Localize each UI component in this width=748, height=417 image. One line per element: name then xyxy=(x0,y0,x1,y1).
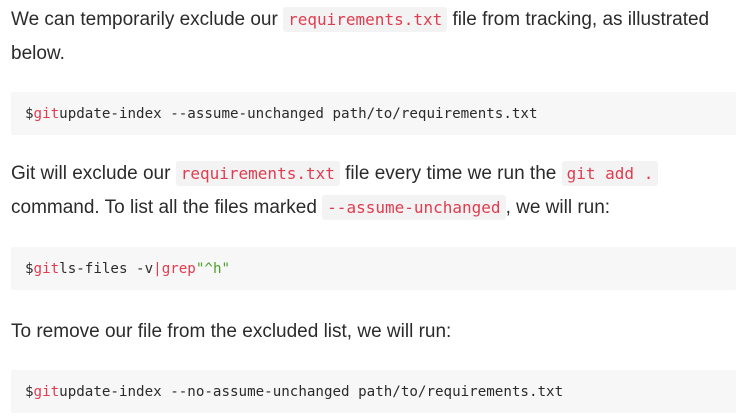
paragraph-intro: We can temporarily exclude our requireme… xyxy=(11,3,736,71)
code-arguments: update-index --assume-unchanged path/to/… xyxy=(59,105,538,122)
code-block-assume-unchanged[interactable]: $ git update-index --assume-unchanged pa… xyxy=(11,92,736,135)
code-grep: grep xyxy=(161,260,196,277)
paragraph-text: file every time we run the xyxy=(339,163,562,184)
code-string: "^h" xyxy=(195,260,231,277)
code-command: git xyxy=(33,260,60,277)
paragraph-remove: To remove our file from the excluded lis… xyxy=(11,315,736,349)
code-block-ls-files[interactable]: $ git ls-files -v | grep "^h" xyxy=(11,247,736,290)
shell-prompt: $ xyxy=(25,260,34,277)
code-block-no-assume-unchanged[interactable]: $ git update-index --no-assume-unchanged… xyxy=(11,370,736,413)
paragraph-text: We can temporarily exclude our xyxy=(11,9,284,30)
inline-code-git-add: git add . xyxy=(561,161,659,186)
paragraph-text: To remove our file from the excluded lis… xyxy=(11,321,452,342)
shell-prompt: $ xyxy=(25,383,34,400)
paragraph-text: command. To list all the files marked xyxy=(11,197,323,218)
article-content: We can temporarily exclude our requireme… xyxy=(11,0,736,413)
code-command: git xyxy=(33,383,60,400)
code-command: git xyxy=(33,105,60,122)
inline-code-flag: --assume-unchanged xyxy=(322,195,506,220)
code-pipe: | xyxy=(153,260,162,277)
inline-code-requirements: requirements.txt xyxy=(175,161,340,186)
paragraph-text: , we will run: xyxy=(505,197,611,218)
shell-prompt: $ xyxy=(25,105,34,122)
code-arguments: update-index --no-assume-unchanged path/… xyxy=(59,383,564,400)
paragraph-text: Git will exclude our xyxy=(11,163,176,184)
paragraph-explanation: Git will exclude our requirements.txt fi… xyxy=(11,157,736,225)
inline-code-requirements: requirements.txt xyxy=(283,7,448,32)
code-arguments: ls-files -v xyxy=(59,260,154,277)
